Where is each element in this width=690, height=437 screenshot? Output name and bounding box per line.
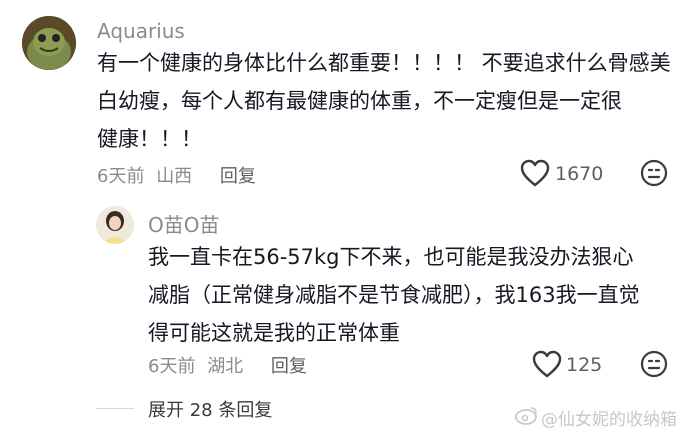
expand-replies-button[interactable]: 展开 28 条回复 (148, 396, 272, 422)
comment-username[interactable]: Aquarius (97, 19, 185, 43)
reply-text-line: 我一直卡在56-57kg下不来，也可能是我没办法狠心 (148, 245, 634, 269)
reply-text: 我一直卡在56-57kg下不来，也可能是我没办法狠心 减脂（正常健身减脂不是节食… (148, 238, 678, 352)
reply-reply-button[interactable]: 回复 (271, 356, 307, 377)
comment-text: 有一个健康的身体比什么都重要！！！！ 不要追求什么骨感美 白幼瘦，每个人都有最健… (97, 44, 677, 158)
comment-meta: 6天前 山西 回复 (97, 162, 256, 188)
heart-outline-icon[interactable] (532, 350, 562, 378)
frown-face-icon[interactable] (640, 350, 668, 378)
reply-button[interactable]: 回复 (220, 166, 256, 187)
comment-text-line: 健康！！！ (97, 127, 202, 151)
reply-time: 6天前 (148, 356, 196, 377)
comment-location: 山西 (156, 166, 193, 187)
reply-meta: 6天前 湖北 回复 (148, 352, 307, 378)
frown-face-icon[interactable] (640, 159, 668, 187)
reply-text-line: 得可能这就是我的正常体重 (148, 321, 400, 345)
watermark-text: @仙女妮的收纳箱 (541, 410, 677, 430)
weibo-logo-icon (515, 405, 539, 425)
reply-location: 湖北 (207, 356, 244, 377)
reply-avatar[interactable] (96, 206, 134, 244)
reply-text-line: 减脂（正常健身减脂不是节食减肥），我163我一直觉 (148, 283, 640, 307)
expand-divider (96, 408, 134, 409)
reply-username[interactable]: O苗O苗 (148, 209, 219, 238)
comment-time: 6天前 (97, 166, 145, 187)
reply-like-count: 125 (566, 354, 603, 376)
avatar[interactable] (22, 16, 76, 70)
comment-text-line: 白幼瘦，每个人都有最健康的体重，不一定瘦但是一定很 (97, 89, 622, 113)
like-count: 1670 (555, 163, 604, 185)
heart-outline-icon[interactable] (520, 159, 550, 187)
comment-text-line: 有一个健康的身体比什么都重要！！！！ 不要追求什么骨感美 (97, 51, 671, 75)
